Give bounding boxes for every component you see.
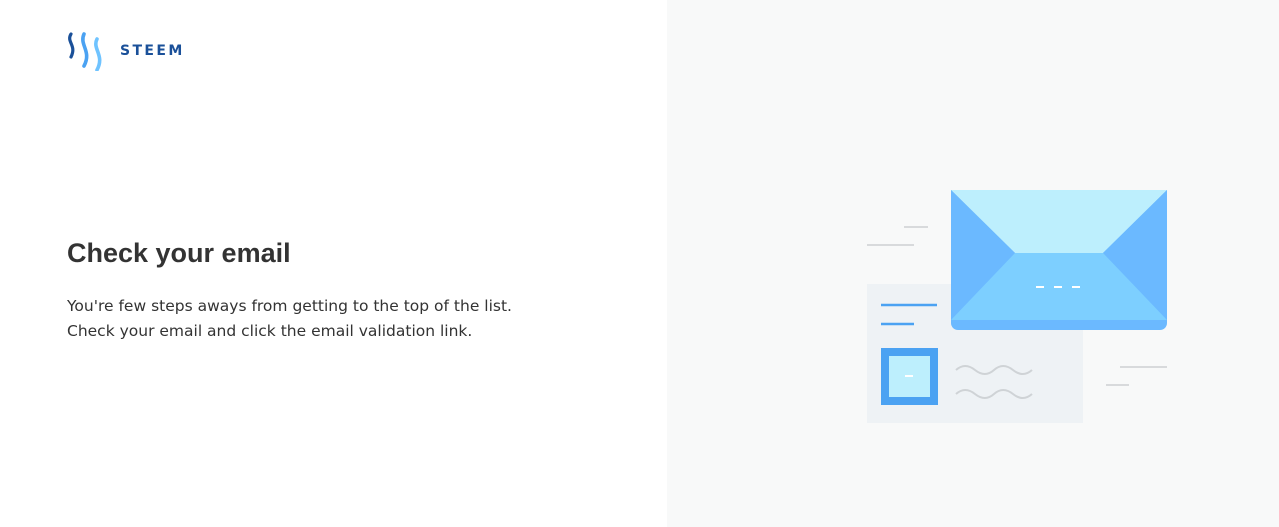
illustration-panel bbox=[667, 0, 1279, 527]
envelope-illustration-icon bbox=[867, 190, 1167, 423]
description-line-2: Check your email and click the email val… bbox=[67, 322, 473, 340]
description-line-1: You're few steps aways from getting to t… bbox=[67, 297, 512, 315]
steem-logo-icon bbox=[68, 32, 102, 71]
content-panel: STEEM Check your email You're few steps … bbox=[0, 0, 667, 527]
page: STEEM Check your email You're few steps … bbox=[0, 0, 1279, 527]
page-title: Check your email bbox=[67, 238, 291, 268]
steem-logo-link[interactable]: STEEM bbox=[66, 31, 185, 71]
brand-name: STEEM bbox=[120, 43, 185, 59]
page-description: You're few steps aways from getting to t… bbox=[67, 294, 512, 344]
